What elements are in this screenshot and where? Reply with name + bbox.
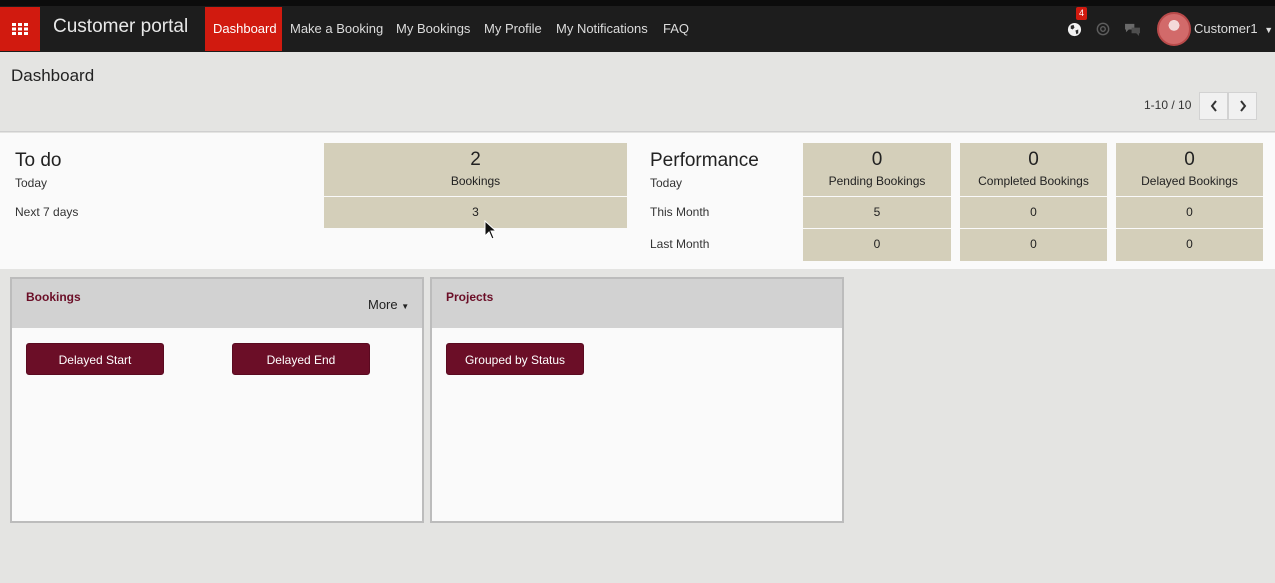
completed-bookings-label: Completed Bookings bbox=[978, 174, 1089, 188]
nav-my-profile[interactable]: My Profile bbox=[476, 7, 550, 51]
projects-panel-header: Projects bbox=[432, 279, 842, 328]
user-name: Customer1 bbox=[1194, 21, 1258, 36]
pager-value: 1-10 / 10 bbox=[1144, 98, 1192, 112]
completed-bookings-last-month-cell[interactable]: 0 bbox=[960, 229, 1107, 261]
grouped-by-status-button[interactable]: Grouped by Status bbox=[446, 343, 584, 375]
nav-my-notifications[interactable]: My Notifications bbox=[548, 7, 656, 51]
apps-menu-button[interactable] bbox=[0, 7, 40, 51]
nav-dashboard[interactable]: Dashboard bbox=[205, 7, 282, 51]
pending-bookings-this-month-cell[interactable]: 5 bbox=[803, 197, 951, 228]
control-panel: Dashboard 1-10 / 10 bbox=[0, 52, 1275, 132]
top-navbar: Customer portal Dashboard Make a Booking… bbox=[0, 0, 1275, 52]
user-avatar[interactable] bbox=[1157, 12, 1191, 46]
performance-today-label: Today bbox=[650, 176, 683, 190]
completed-bookings-this-month-value: 0 bbox=[1030, 205, 1037, 219]
nav-faq[interactable]: FAQ bbox=[655, 7, 697, 51]
delayed-bookings-last-month-cell[interactable]: 0 bbox=[1116, 229, 1263, 261]
completed-bookings-today-value: 0 bbox=[1028, 149, 1039, 170]
pending-bookings-last-month-value: 0 bbox=[873, 237, 881, 251]
more-label: More bbox=[368, 297, 398, 312]
pending-bookings-this-month-value: 5 bbox=[873, 205, 881, 219]
delayed-bookings-this-month-cell[interactable]: 0 bbox=[1116, 197, 1263, 228]
projects-panel: Projects Grouped by Status bbox=[430, 277, 844, 523]
mouse-pointer-icon bbox=[484, 220, 498, 240]
todo-bookings-label: Bookings bbox=[450, 174, 501, 188]
chevron-left-icon bbox=[1210, 100, 1217, 112]
todo-bookings-today-value: 2 bbox=[470, 149, 481, 170]
app-brand: Customer portal bbox=[53, 16, 189, 37]
globe-icon[interactable] bbox=[1065, 20, 1083, 38]
delayed-end-button[interactable]: Delayed End bbox=[232, 343, 370, 375]
todo-today-label: Today bbox=[15, 176, 48, 190]
chevron-right-icon bbox=[1239, 100, 1246, 112]
bookings-panel-header: Bookings More ▼ bbox=[12, 279, 422, 328]
pending-bookings-today-value: 0 bbox=[871, 149, 883, 170]
todo-bookings-next7-value: 3 bbox=[472, 205, 479, 219]
more-dropdown[interactable]: More ▼ bbox=[368, 297, 409, 312]
pager-previous-button[interactable] bbox=[1199, 92, 1228, 120]
completed-bookings-today-cell[interactable]: 0 Completed Bookings bbox=[960, 143, 1107, 196]
delayed-bookings-label: Delayed Bookings bbox=[1141, 174, 1238, 188]
user-menu[interactable]: Customer1 ▼ bbox=[1194, 7, 1273, 51]
delayed-bookings-last-month-value: 0 bbox=[1186, 237, 1193, 251]
performance-this-month-label: This Month bbox=[650, 205, 710, 219]
delayed-bookings-this-month-value: 0 bbox=[1186, 205, 1193, 219]
notification-count-badge: 4 bbox=[1076, 7, 1087, 20]
delayed-bookings-today-value: 0 bbox=[1184, 149, 1195, 170]
todo-next7-label: Next 7 days bbox=[15, 205, 79, 219]
delayed-start-button[interactable]: Delayed Start bbox=[26, 343, 164, 375]
completed-bookings-last-month-value: 0 bbox=[1030, 237, 1037, 251]
dashboard-stats: To do Today Next 7 days 2 Bookings 3 Per… bbox=[0, 133, 1275, 269]
at-sign-icon[interactable] bbox=[1094, 20, 1112, 38]
pending-bookings-label: Pending Bookings bbox=[828, 174, 926, 188]
apps-grid-icon bbox=[12, 23, 28, 35]
pending-bookings-last-month-cell[interactable]: 0 bbox=[803, 229, 951, 261]
page-title: Dashboard bbox=[11, 66, 95, 85]
delayed-bookings-today-cell[interactable]: 0 Delayed Bookings bbox=[1116, 143, 1263, 196]
todo-heading: To do bbox=[15, 150, 62, 171]
performance-last-month-label: Last Month bbox=[650, 237, 710, 251]
chat-bubbles-icon[interactable] bbox=[1123, 20, 1141, 38]
todo-bookings-next7-cell[interactable]: 3 bbox=[324, 197, 627, 228]
bookings-panel-title: Bookings bbox=[26, 290, 81, 304]
pending-bookings-today-cell[interactable]: 0 Pending Bookings bbox=[803, 143, 951, 196]
todo-bookings-today-cell[interactable]: 2 Bookings bbox=[324, 143, 627, 196]
caret-down-icon: ▼ bbox=[1264, 25, 1274, 35]
bookings-panel: Bookings More ▼ Delayed Start Delayed En… bbox=[10, 277, 424, 523]
pager-next-button[interactable] bbox=[1228, 92, 1257, 120]
projects-panel-title: Projects bbox=[446, 290, 494, 304]
performance-heading: Performance bbox=[650, 150, 759, 171]
nav-my-bookings[interactable]: My Bookings bbox=[388, 7, 478, 51]
nav-make-a-booking[interactable]: Make a Booking bbox=[282, 7, 391, 51]
completed-bookings-this-month-cell[interactable]: 0 bbox=[960, 197, 1107, 228]
caret-down-icon: ▼ bbox=[401, 302, 410, 311]
